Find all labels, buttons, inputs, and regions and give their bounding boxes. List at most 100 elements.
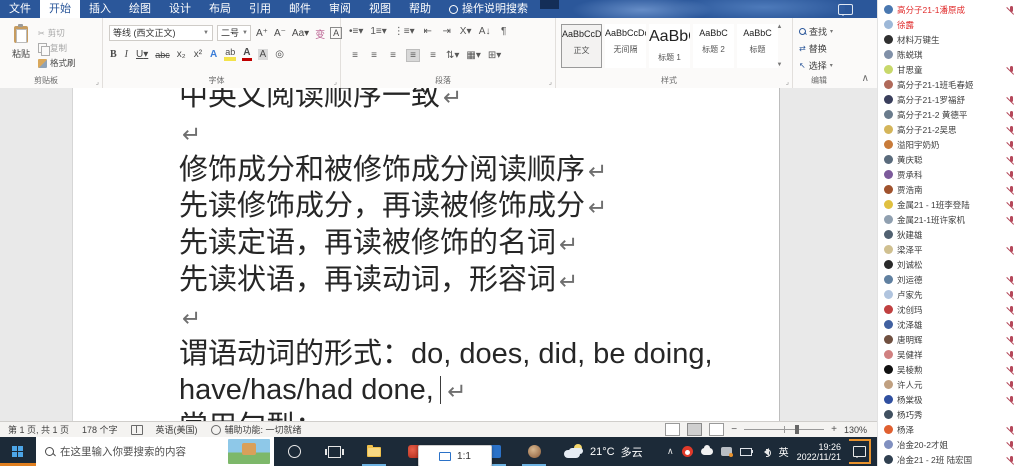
participant-row[interactable]: 徐露 bbox=[878, 17, 1024, 32]
participant-row[interactable]: 狄建雄 bbox=[878, 227, 1024, 242]
read-mode-button[interactable] bbox=[665, 423, 680, 436]
participant-row[interactable]: 吴棱勲 bbox=[878, 362, 1024, 377]
ribbon-tab[interactable]: 审阅 bbox=[320, 0, 360, 18]
ribbon-tab[interactable]: 设计 bbox=[160, 0, 200, 18]
cut-button[interactable]: 剪切 bbox=[38, 27, 76, 39]
show-marks-button[interactable]: ¶ bbox=[498, 26, 510, 37]
mic-muted-icon[interactable] bbox=[1007, 440, 1016, 450]
qq-tray-icon[interactable] bbox=[682, 446, 693, 457]
align-center-button[interactable]: ≡ bbox=[368, 50, 380, 61]
ribbon-tab[interactable]: 引用 bbox=[240, 0, 280, 18]
enclose-character-button[interactable]: ◎ bbox=[274, 49, 285, 60]
document-line[interactable]: 先读修饰成分，再读被修饰成分↵ bbox=[179, 188, 716, 225]
participant-row[interactable]: 高分子21-1潘原成 bbox=[878, 2, 1024, 17]
replace-button[interactable]: ⇄替换 bbox=[799, 42, 833, 55]
mic-muted-icon[interactable] bbox=[1007, 155, 1016, 165]
grow-font-button[interactable]: A⁺ bbox=[255, 28, 269, 39]
action-center-button[interactable] bbox=[849, 439, 871, 464]
participant-row[interactable]: 冶金21 - 2班 陆宏国 bbox=[878, 452, 1024, 466]
paragraph-dialog-launcher[interactable]: ⌟ bbox=[549, 78, 552, 86]
proofing-icon[interactable] bbox=[131, 425, 143, 435]
zoom-slider[interactable] bbox=[744, 429, 824, 430]
participant-row[interactable]: 卢家先 bbox=[878, 287, 1024, 302]
mic-muted-icon[interactable] bbox=[1007, 185, 1016, 195]
ribbon-tab[interactable]: 绘图 bbox=[120, 0, 160, 18]
numbered-list-button[interactable]: 1≡▾ bbox=[370, 26, 386, 37]
participant-row[interactable]: 金属21 - 1班李登陆 bbox=[878, 197, 1024, 212]
word-count[interactable]: 178 个字 bbox=[82, 423, 118, 436]
participant-row[interactable]: 唐明辉 bbox=[878, 332, 1024, 347]
superscript-button[interactable]: x² bbox=[193, 49, 203, 60]
mic-muted-icon[interactable] bbox=[1007, 290, 1016, 300]
ribbon-tab[interactable]: 操作说明搜索 bbox=[440, 0, 537, 18]
document-line[interactable]: 谓语动词的形式：do, does, did, be doing, bbox=[179, 336, 716, 373]
participant-row[interactable]: 刘运德 bbox=[878, 272, 1024, 287]
sort-button[interactable]: A↓ bbox=[479, 26, 491, 37]
distribute-button[interactable]: ≡ bbox=[427, 50, 439, 61]
document-line[interactable]: ↵ bbox=[179, 299, 716, 336]
participant-row[interactable]: 吴健祥 bbox=[878, 347, 1024, 362]
participant-row[interactable]: 陈蜕琪 bbox=[878, 47, 1024, 62]
font-color-button[interactable]: A bbox=[242, 48, 251, 61]
mic-muted-icon[interactable] bbox=[1007, 305, 1016, 315]
ribbon-tab[interactable]: 布局 bbox=[200, 0, 240, 18]
hidden-icons-button[interactable]: ∧ bbox=[667, 446, 674, 457]
mic-muted-icon[interactable] bbox=[1007, 365, 1016, 375]
align-left-button[interactable]: ≡ bbox=[349, 50, 361, 61]
participant-row[interactable]: 高分子21-2 黄德平 bbox=[878, 107, 1024, 122]
taskbar-clock[interactable]: 19:26 2022/11/21 bbox=[797, 442, 841, 462]
style-card[interactable]: AaBbCcDc 无间隔 bbox=[605, 24, 646, 68]
document-line[interactable]: 修饰成分和被修饰成分阅读顺序↵ bbox=[179, 152, 716, 189]
align-right-button[interactable]: ≡ bbox=[387, 50, 399, 61]
participant-list[interactable]: 高分子21-1潘原成 徐露 材料万键生 陈蜕琪 甘思童 高分子21-1班毛春姬 … bbox=[877, 0, 1024, 466]
mic-muted-icon[interactable] bbox=[1007, 380, 1016, 390]
change-case-button[interactable]: Aa▾ bbox=[291, 28, 310, 39]
ribbon-tab[interactable]: 开始 bbox=[40, 0, 80, 18]
participant-row[interactable]: 甘思童 bbox=[878, 62, 1024, 77]
participant-row[interactable]: 黄庆聪 bbox=[878, 152, 1024, 167]
participant-row[interactable]: 贾承科 bbox=[878, 167, 1024, 182]
document-line[interactable]: 常用句型：↵ bbox=[179, 409, 716, 421]
select-button[interactable]: ↖选择▾ bbox=[799, 59, 833, 72]
phonetic-guide-button[interactable]: 变 bbox=[314, 26, 326, 41]
mic-muted-icon[interactable] bbox=[1007, 95, 1016, 105]
style-card[interactable]: AaBbC 标题 2 bbox=[693, 24, 734, 68]
zoom-slider-thumb[interactable] bbox=[795, 425, 799, 434]
mic-muted-icon[interactable] bbox=[1007, 200, 1016, 210]
accessibility-status[interactable]: 辅助功能: 一切就绪 bbox=[211, 423, 302, 436]
mic-muted-icon[interactable] bbox=[1007, 215, 1016, 225]
scale-popup[interactable]: 1:1 bbox=[418, 445, 492, 466]
subscript-button[interactable]: x₂ bbox=[176, 49, 187, 60]
font-dialog-launcher[interactable]: ⌟ bbox=[334, 78, 337, 86]
copy-button[interactable]: 复制 bbox=[38, 42, 76, 54]
bullet-list-button[interactable]: •≡▾ bbox=[349, 26, 363, 37]
participant-row[interactable]: 沈创玛 bbox=[878, 302, 1024, 317]
participant-row[interactable]: 材料万键生 bbox=[878, 32, 1024, 47]
mic-muted-icon[interactable] bbox=[1007, 245, 1016, 255]
participant-row[interactable]: 杨巧秀 bbox=[878, 407, 1024, 422]
language-indicator[interactable]: 英语(美国) bbox=[156, 423, 198, 436]
mic-muted-icon[interactable] bbox=[1007, 125, 1016, 135]
document-line[interactable]: 先读状语，再读动词，形容词↵ bbox=[179, 262, 716, 299]
document-line[interactable]: have/has/had done,↵ bbox=[179, 372, 716, 409]
participant-row[interactable]: 金属21-1班许家机 bbox=[878, 212, 1024, 227]
app-brown-button[interactable] bbox=[514, 437, 554, 466]
bold-button[interactable]: B bbox=[109, 49, 118, 60]
document-canvas[interactable]: 中英文阅读顺序一致↵ ↵ 修饰成分和被修饰成分阅读顺序↵ 先读修饰成分，再读被修… bbox=[0, 88, 877, 421]
print-layout-button[interactable] bbox=[687, 423, 702, 436]
comments-icon[interactable] bbox=[838, 4, 853, 15]
collapse-ribbon-button[interactable]: ∧ bbox=[862, 73, 869, 84]
find-button[interactable]: 查找▾ bbox=[799, 25, 833, 38]
increase-indent-button[interactable]: ⇥ bbox=[441, 26, 453, 37]
style-gallery-scroll[interactable]: ▲▼ bbox=[775, 24, 784, 68]
underline-button[interactable]: U▾ bbox=[135, 49, 149, 60]
participant-row[interactable]: 高分子21-2吴思 bbox=[878, 122, 1024, 137]
mic-muted-icon[interactable] bbox=[1007, 455, 1016, 465]
mic-muted-icon[interactable] bbox=[1007, 5, 1016, 15]
participant-row[interactable]: 高分子21-1班毛春姬 bbox=[878, 77, 1024, 92]
search-highlight-image[interactable] bbox=[228, 439, 270, 464]
ribbon-tab[interactable]: 文件 bbox=[0, 0, 40, 18]
ribbon-tab[interactable]: 视图 bbox=[360, 0, 400, 18]
document-line[interactable]: ↵ bbox=[179, 115, 716, 152]
ribbon-tab[interactable]: 帮助 bbox=[400, 0, 440, 18]
